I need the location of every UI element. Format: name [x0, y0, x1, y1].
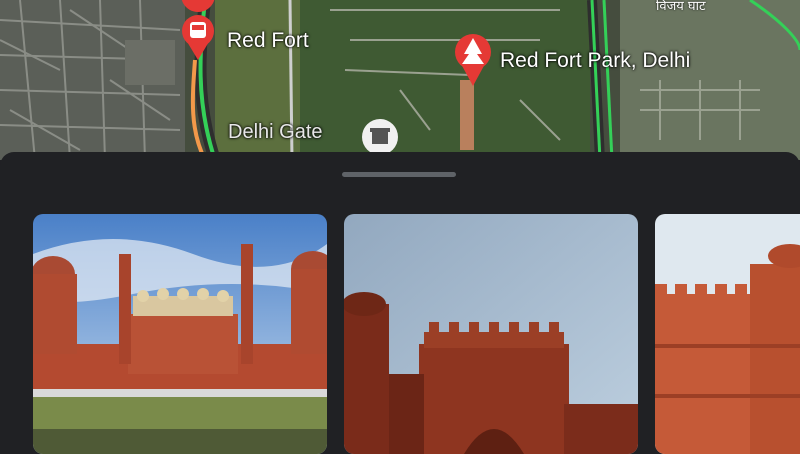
photo-red-fort-facade	[33, 214, 327, 454]
place-label-delhi-gate[interactable]: Delhi Gate	[228, 121, 323, 144]
place-photo[interactable]	[655, 214, 800, 454]
place-photo[interactable]	[33, 214, 327, 454]
place-details-sheet[interactable]	[0, 152, 800, 454]
map-view[interactable]: Red Fort Red Fort Park, Delhi Delhi Gate…	[0, 0, 800, 160]
monument-icon	[362, 119, 398, 155]
place-label-red-fort[interactable]: Red Fort	[227, 29, 309, 53]
photo-red-fort-gate	[344, 214, 638, 454]
drag-handle[interactable]	[342, 172, 456, 177]
map-tiles	[0, 0, 800, 160]
place-label-red-fort-park[interactable]: Red Fort Park, Delhi	[500, 49, 690, 73]
place-photo[interactable]	[344, 214, 638, 454]
photo-red-fort-walls	[655, 214, 800, 454]
place-label-vijay-ghat: विजय घाट	[656, 0, 706, 14]
